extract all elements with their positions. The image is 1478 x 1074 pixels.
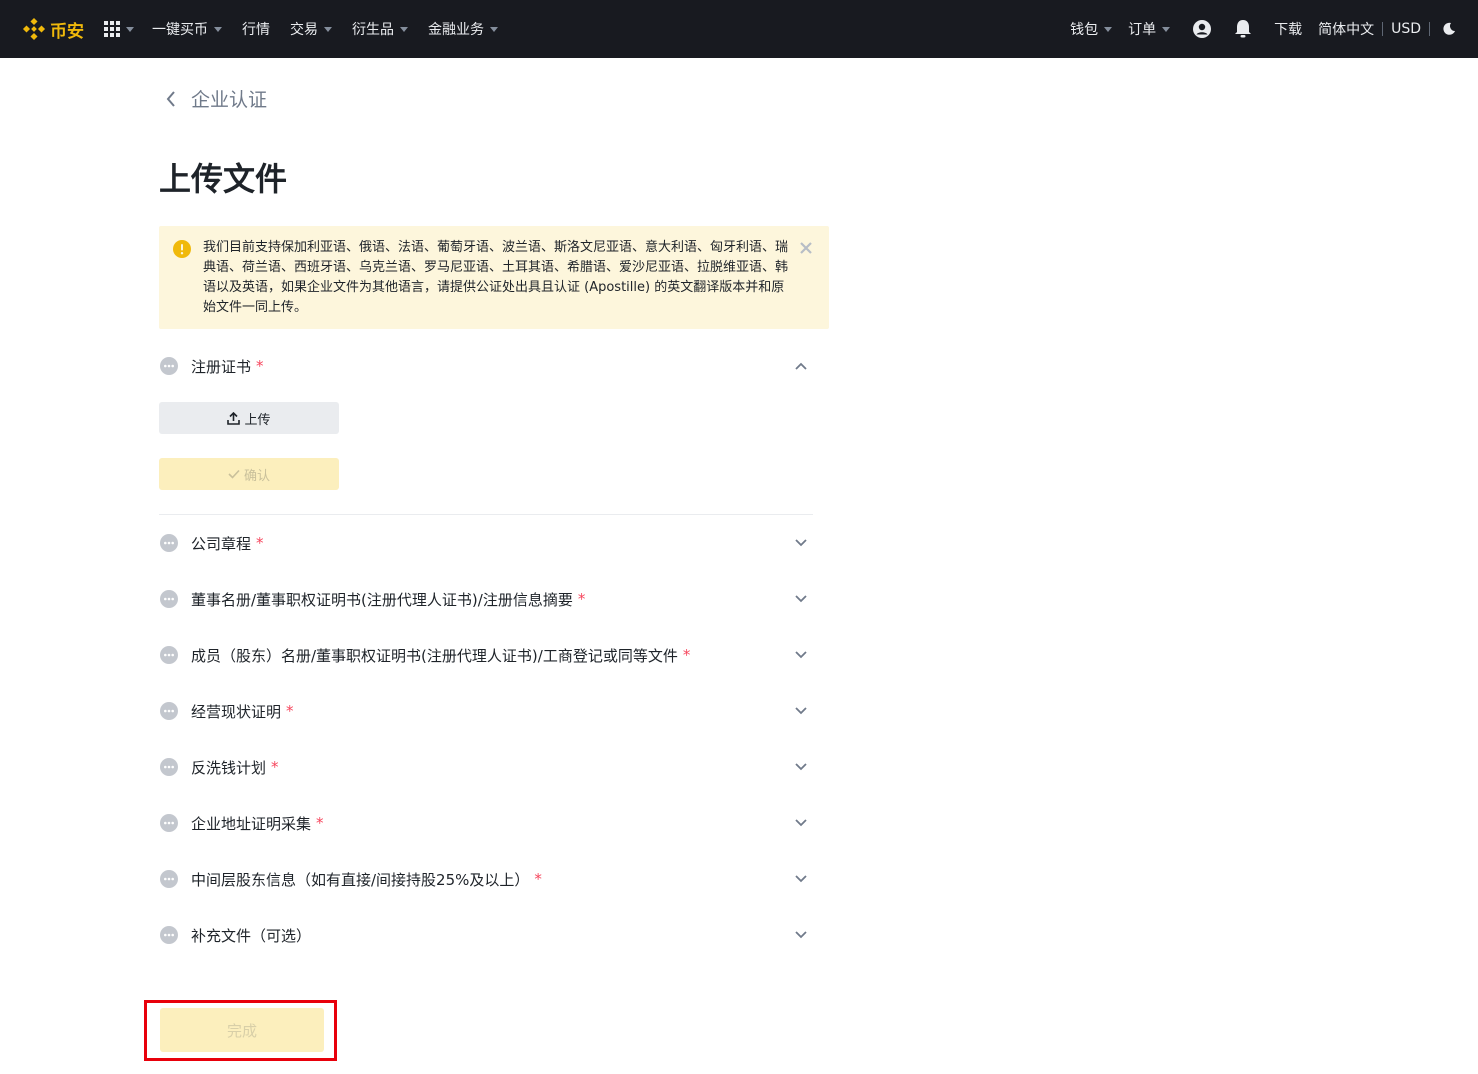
chevron-down-icon[interactable]	[793, 647, 809, 663]
section-articles-of-association[interactable]: 公司章程 *	[159, 523, 813, 563]
section-label: 成员（股东）名册/董事职权证明书(注册代理人证书)/工商登记或同等文件	[191, 646, 678, 665]
pending-icon	[159, 869, 179, 889]
section-label: 经营现状证明	[191, 702, 282, 721]
section-label: 反洗钱计划	[191, 758, 267, 777]
chevron-down-icon[interactable]	[793, 815, 809, 831]
finish-button[interactable]: 完成	[160, 1008, 324, 1052]
section-label: 企业地址证明采集	[191, 814, 312, 833]
chevron-down-icon	[490, 26, 498, 32]
user-icon	[1193, 20, 1212, 38]
required-mark: *	[256, 534, 264, 552]
section-register-of-directors[interactable]: 董事名册/董事职权证明书(注册代理人证书)/注册信息摘要 *	[159, 579, 813, 619]
binance-logo-icon	[22, 17, 46, 41]
section-label: 董事名册/董事职权证明书(注册代理人证书)/注册信息摘要	[191, 590, 573, 609]
section-label: 补充文件（可选）	[191, 926, 312, 945]
required-mark: *	[286, 702, 294, 720]
pending-icon	[159, 925, 179, 945]
breadcrumb: 企业认证	[159, 85, 267, 112]
nav-buy-crypto[interactable]: 一键买币	[152, 19, 222, 39]
chevron-down-icon[interactable]	[793, 871, 809, 887]
pending-icon	[159, 701, 179, 721]
required-mark: *	[682, 646, 691, 664]
grid-icon	[104, 21, 120, 37]
language-notice: 我们目前支持保加利亚语、俄语、法语、葡萄牙语、波兰语、斯洛文尼亚语、意大利语、匈…	[159, 226, 829, 329]
nav-currency[interactable]: USD	[1391, 21, 1421, 37]
breadcrumb-label: 企业认证	[191, 89, 268, 111]
notifications-button[interactable]	[1234, 19, 1252, 39]
moon-icon	[1443, 22, 1455, 35]
pending-icon	[159, 589, 179, 609]
top-navigation: 币安 一键买币 行情 交易 衍生品 金融业务 钱包 订单 下载 简体中文 USD	[0, 0, 1478, 58]
required-mark: *	[271, 758, 279, 776]
nav-language[interactable]: 简体中文	[1318, 19, 1374, 39]
chevron-down-icon	[214, 26, 222, 32]
section-supplementary-documents[interactable]: 补充文件（可选）	[159, 915, 813, 955]
chevron-down-icon	[324, 26, 332, 32]
brand-name: 币安	[50, 21, 84, 42]
required-mark: *	[577, 590, 586, 608]
required-mark: *	[316, 814, 324, 832]
section-registration-certificate[interactable]: 注册证书 *	[159, 346, 813, 386]
chevron-down-icon	[126, 26, 134, 32]
chevron-down-icon[interactable]	[793, 927, 809, 943]
nav-divider	[1429, 22, 1430, 36]
chevron-down-icon	[400, 26, 408, 32]
finish-button-label: 完成	[226, 1021, 257, 1040]
section-register-of-members[interactable]: 成员（股东）名册/董事职权证明书(注册代理人证书)/工商登记或同等文件 *	[159, 635, 813, 675]
chevron-up-icon[interactable]	[793, 358, 809, 374]
page-title: 上传文件	[159, 160, 288, 198]
bell-icon	[1235, 20, 1252, 38]
upload-button-label: 上传	[244, 412, 271, 428]
pending-icon	[159, 533, 179, 553]
required-mark: *	[534, 870, 542, 888]
section-divider	[159, 514, 813, 515]
section-label: 注册证书	[191, 357, 252, 376]
pending-icon	[159, 757, 179, 777]
nav-derivatives[interactable]: 衍生品	[352, 19, 408, 39]
required-mark: *	[256, 357, 264, 375]
chevron-down-icon	[1104, 26, 1113, 32]
nav-download[interactable]: 下载	[1274, 19, 1302, 39]
chevron-down-icon[interactable]	[793, 535, 809, 551]
nav-orders[interactable]: 订单	[1128, 19, 1171, 39]
upload-button[interactable]: 上传	[159, 402, 339, 434]
nav-divider	[1382, 22, 1384, 36]
user-account-button[interactable]	[1192, 19, 1212, 39]
section-label: 公司章程	[191, 534, 252, 553]
pending-icon	[159, 645, 179, 665]
section-intermediate-shareholders[interactable]: 中间层股东信息（如有直接/间接持股25%及以上） *	[159, 859, 813, 899]
theme-toggle[interactable]	[1442, 22, 1456, 36]
section-label: 中间层股东信息（如有直接/间接持股25%及以上）	[191, 870, 530, 889]
pending-icon	[159, 356, 179, 376]
nav-finance[interactable]: 金融业务	[428, 19, 498, 39]
nav-trade[interactable]: 交易	[290, 19, 332, 39]
notice-text: 我们目前支持保加利亚语、俄语、法语、葡萄牙语、波兰语、斯洛文尼亚语、意大利语、匈…	[203, 240, 789, 315]
section-proof-of-address[interactable]: 企业地址证明采集 *	[159, 803, 813, 843]
chevron-down-icon	[1162, 26, 1171, 32]
warning-icon	[173, 240, 191, 262]
section-good-standing[interactable]: 经营现状证明 *	[159, 691, 813, 731]
back-button[interactable]	[159, 87, 183, 111]
section-aml-program[interactable]: 反洗钱计划 *	[159, 747, 813, 787]
finish-button-highlight: 完成	[144, 1000, 337, 1061]
nav-wallet[interactable]: 钱包	[1070, 19, 1113, 39]
apps-menu[interactable]	[104, 21, 134, 37]
upload-icon	[227, 411, 241, 425]
chevron-left-icon	[166, 90, 175, 107]
chevron-down-icon[interactable]	[793, 591, 809, 607]
brand-logo[interactable]: 币安	[22, 17, 84, 42]
nav-markets[interactable]: 行情	[242, 19, 270, 39]
chevron-down-icon[interactable]	[793, 759, 809, 775]
chevron-down-icon[interactable]	[793, 703, 809, 719]
close-icon[interactable]	[797, 239, 815, 257]
confirm-button-label: 确认	[243, 468, 270, 484]
confirm-button[interactable]: 确认	[159, 458, 339, 490]
check-icon	[228, 469, 240, 479]
pending-icon	[159, 813, 179, 833]
